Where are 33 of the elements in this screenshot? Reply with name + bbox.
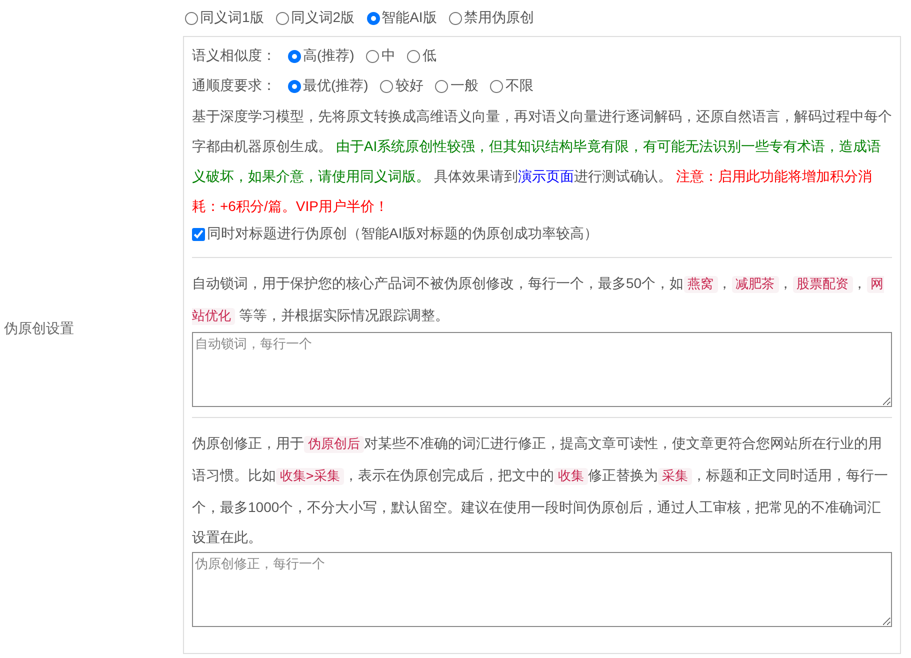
radio-button[interactable] — [380, 80, 394, 92]
radio-button[interactable] — [435, 80, 448, 92]
option-label: 高(推荐) — [303, 47, 354, 65]
option-label: 不限 — [505, 77, 534, 95]
radio-button[interactable] — [490, 80, 504, 92]
description-text: 基于深度学习模型，先将原文转换成高维语义向量，再对语义向量进行逐词解码，还原自然语言，解码过程中每个字都由机器原创生成。 由于AI系统原创性较强，但其知识结构毕竟有限，有可能无法识别一些专有术语，造成语义破坏，如果介意，请使用同义词版。 具体效果请到演示页面进行测试确认。 注意：启用此功能将增加积分消耗：+6积分/篇。VIP用户半价！ — [192, 107, 892, 216]
radio-button[interactable] — [288, 80, 301, 92]
field-label: 语义相似度： — [192, 47, 276, 65]
field-label: 通顺度要求： — [192, 77, 276, 95]
option-label: 一般 — [450, 77, 478, 95]
option-label: 智能AI版 — [382, 9, 437, 27]
radio-button[interactable] — [185, 12, 198, 24]
option-label: 最优(推荐) — [303, 77, 368, 95]
checkbox-label: 同时对标题进行伪原创（智能AI版对标题的伪原创成功率较高） — [207, 225, 598, 243]
radio-button[interactable] — [407, 50, 420, 62]
radio-button[interactable] — [448, 12, 462, 24]
lock-words-description: 自动锁词，用于保护您的核心产品词不被伪原创修改，每行一个，最多50个，如 燕窝 ， 减肥茶 ， 股票配资 ， 网站优化 等等，并根据实际情况跟踪调整。 — [192, 274, 885, 327]
option-label: 中 — [381, 47, 396, 65]
section-label: 伪原创设置 — [3, 320, 74, 338]
option-label: 同义词2版 — [290, 9, 355, 27]
option-label: 低 — [422, 47, 436, 65]
radio-button[interactable] — [276, 12, 289, 24]
demo-page-link[interactable]: 演示页面 — [518, 168, 574, 184]
lock-words-field[interactable]: 自动锁词，每行一个 — [192, 332, 892, 407]
checkbox[interactable] — [192, 228, 205, 240]
radio-button[interactable] — [366, 50, 380, 62]
radio-button[interactable] — [366, 12, 380, 24]
correction-description: 伪原创修正，用于 伪原创后 对某些不准确的词汇进行修正，提高文章可读性，使文章更符合您网站所在行业的用语习惯。比如 收集>采集 ，表示在伪原创完成后，把文中的 收集 修正替换为 采集 ，标题和正文同时适用，每行一个，最多1000个，不分大小写，默认留空。建议在使用一段时间伪原创后，通过人工审核，把常见的不准确词汇设置在此。 — [192, 434, 889, 547]
option-label: 同义词1版 — [200, 9, 264, 27]
radio-button[interactable] — [288, 50, 301, 62]
correction-field[interactable]: 伪原创修正，每行一个 — [192, 552, 892, 627]
option-label: 禁用伪原创 — [464, 9, 534, 27]
option-label: 较好 — [395, 77, 424, 95]
